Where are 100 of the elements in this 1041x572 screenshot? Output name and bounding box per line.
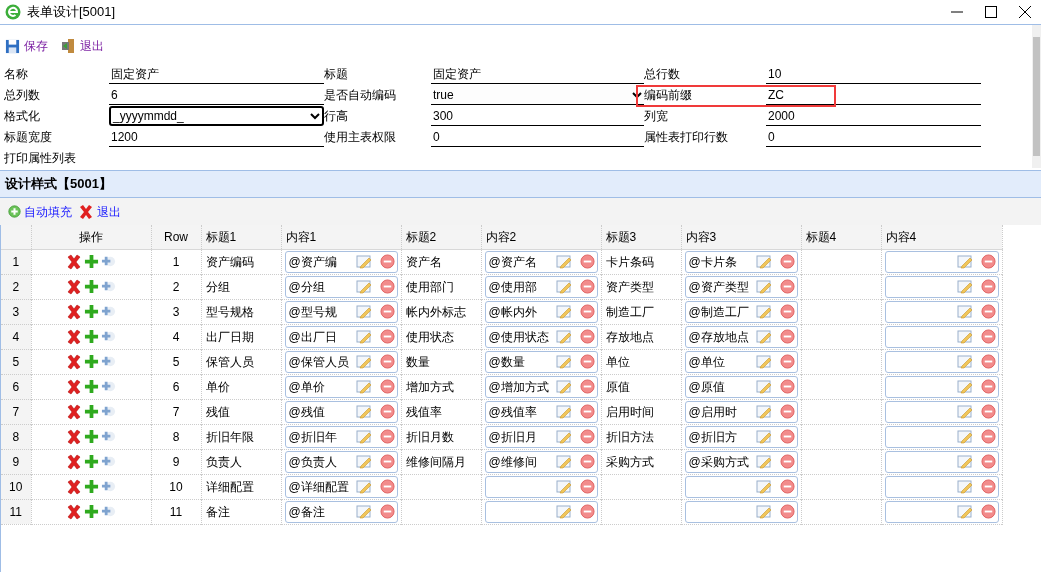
text-field[interactable]: 固定资产 bbox=[431, 64, 644, 84]
content-field[interactable]: @出厂日 bbox=[284, 325, 398, 348]
remove-icon[interactable] bbox=[779, 454, 795, 469]
content-field[interactable] bbox=[884, 400, 999, 423]
remove-icon[interactable] bbox=[579, 479, 595, 494]
delete-icon[interactable] bbox=[66, 328, 82, 345]
delete-icon[interactable] bbox=[66, 478, 82, 495]
select-field[interactable]: _yyyymmdd_ bbox=[109, 106, 324, 126]
content-field[interactable]: @采购方式 bbox=[684, 450, 798, 473]
remove-icon[interactable] bbox=[779, 429, 795, 444]
text-field[interactable]: 1200 bbox=[109, 127, 324, 147]
content-field[interactable] bbox=[884, 275, 999, 298]
remove-icon[interactable] bbox=[779, 329, 795, 344]
content-field[interactable] bbox=[884, 350, 999, 373]
remove-icon[interactable] bbox=[579, 379, 595, 394]
content-field[interactable]: @折旧方 bbox=[684, 425, 798, 448]
edit-icon[interactable] bbox=[755, 479, 772, 494]
insert-icon[interactable] bbox=[101, 254, 116, 269]
remove-icon[interactable] bbox=[379, 329, 395, 344]
remove-icon[interactable] bbox=[579, 504, 595, 519]
edit-icon[interactable] bbox=[355, 279, 372, 294]
content-field[interactable]: @保管人员 bbox=[284, 350, 398, 373]
add-icon[interactable] bbox=[84, 279, 99, 294]
content-field[interactable]: @分组 bbox=[284, 275, 398, 298]
insert-icon[interactable] bbox=[101, 504, 116, 519]
content-field[interactable]: @型号规 bbox=[284, 300, 398, 323]
content-field[interactable]: @折旧月 bbox=[484, 425, 598, 448]
add-icon[interactable] bbox=[84, 354, 99, 369]
text-field[interactable]: ZC bbox=[766, 85, 981, 105]
text-field[interactable]: 0 bbox=[766, 127, 981, 147]
remove-icon[interactable] bbox=[779, 504, 795, 519]
text-field[interactable]: 0 bbox=[431, 127, 644, 147]
delete-icon[interactable] bbox=[66, 378, 82, 395]
content-field[interactable]: @维修间 bbox=[484, 450, 598, 473]
content-field[interactable]: @使用部 bbox=[484, 275, 598, 298]
edit-icon[interactable] bbox=[555, 429, 572, 444]
edit-icon[interactable] bbox=[755, 304, 772, 319]
edit-icon[interactable] bbox=[555, 504, 572, 519]
edit-icon[interactable] bbox=[355, 404, 372, 419]
add-icon[interactable] bbox=[84, 454, 99, 469]
insert-icon[interactable] bbox=[101, 354, 116, 369]
edit-icon[interactable] bbox=[956, 379, 973, 394]
text-field[interactable]: 固定资产 bbox=[109, 64, 324, 84]
edit-icon[interactable] bbox=[555, 279, 572, 294]
content-field[interactable]: @使用状态 bbox=[484, 325, 598, 348]
remove-icon[interactable] bbox=[980, 329, 996, 344]
remove-icon[interactable] bbox=[379, 354, 395, 369]
edit-icon[interactable] bbox=[555, 379, 572, 394]
content-field[interactable]: @备注 bbox=[284, 500, 398, 523]
insert-icon[interactable] bbox=[101, 404, 116, 419]
remove-icon[interactable] bbox=[379, 479, 395, 494]
remove-icon[interactable] bbox=[980, 479, 996, 494]
edit-icon[interactable] bbox=[355, 454, 372, 469]
remove-icon[interactable] bbox=[980, 379, 996, 394]
add-icon[interactable] bbox=[84, 404, 99, 419]
remove-icon[interactable] bbox=[980, 504, 996, 519]
insert-icon[interactable] bbox=[101, 304, 116, 319]
remove-icon[interactable] bbox=[980, 354, 996, 369]
edit-icon[interactable] bbox=[755, 354, 772, 369]
edit-icon[interactable] bbox=[956, 254, 973, 269]
content-field[interactable]: @启用时 bbox=[684, 400, 798, 423]
delete-icon[interactable] bbox=[66, 453, 82, 470]
content-field[interactable] bbox=[884, 300, 999, 323]
edit-icon[interactable] bbox=[956, 504, 973, 519]
delete-icon[interactable] bbox=[66, 278, 82, 295]
remove-icon[interactable] bbox=[379, 504, 395, 519]
remove-icon[interactable] bbox=[579, 454, 595, 469]
remove-icon[interactable] bbox=[779, 404, 795, 419]
remove-icon[interactable] bbox=[579, 404, 595, 419]
text-field[interactable]: 6 bbox=[109, 85, 324, 105]
exit-button[interactable]: 退出 bbox=[60, 37, 104, 55]
content-field[interactable]: @帐内外 bbox=[484, 300, 598, 323]
save-button[interactable]: 保存 bbox=[5, 37, 48, 55]
edit-icon[interactable] bbox=[355, 329, 372, 344]
remove-icon[interactable] bbox=[379, 304, 395, 319]
auto-fill-button[interactable]: 自动填充 bbox=[8, 202, 72, 221]
content-field[interactable]: @负责人 bbox=[284, 450, 398, 473]
edit-icon[interactable] bbox=[956, 454, 973, 469]
content-field[interactable]: @资产名 bbox=[484, 250, 598, 273]
edit-icon[interactable] bbox=[555, 404, 572, 419]
delete-icon[interactable] bbox=[66, 428, 82, 445]
edit-icon[interactable] bbox=[755, 504, 772, 519]
content-field[interactable]: @资产编 bbox=[284, 250, 398, 273]
edit-icon[interactable] bbox=[555, 304, 572, 319]
remove-icon[interactable] bbox=[779, 354, 795, 369]
add-icon[interactable] bbox=[84, 379, 99, 394]
content-field[interactable]: @原值 bbox=[684, 375, 798, 398]
content-field[interactable]: @增加方式 bbox=[484, 375, 598, 398]
edit-icon[interactable] bbox=[956, 354, 973, 369]
content-field[interactable] bbox=[884, 325, 999, 348]
delete-icon[interactable] bbox=[66, 353, 82, 370]
edit-icon[interactable] bbox=[755, 404, 772, 419]
add-icon[interactable] bbox=[84, 429, 99, 444]
content-field[interactable] bbox=[484, 475, 598, 498]
remove-icon[interactable] bbox=[579, 304, 595, 319]
remove-icon[interactable] bbox=[779, 279, 795, 294]
content-field[interactable]: @卡片条 bbox=[684, 250, 798, 273]
edit-icon[interactable] bbox=[956, 429, 973, 444]
remove-icon[interactable] bbox=[579, 254, 595, 269]
add-icon[interactable] bbox=[84, 254, 99, 269]
